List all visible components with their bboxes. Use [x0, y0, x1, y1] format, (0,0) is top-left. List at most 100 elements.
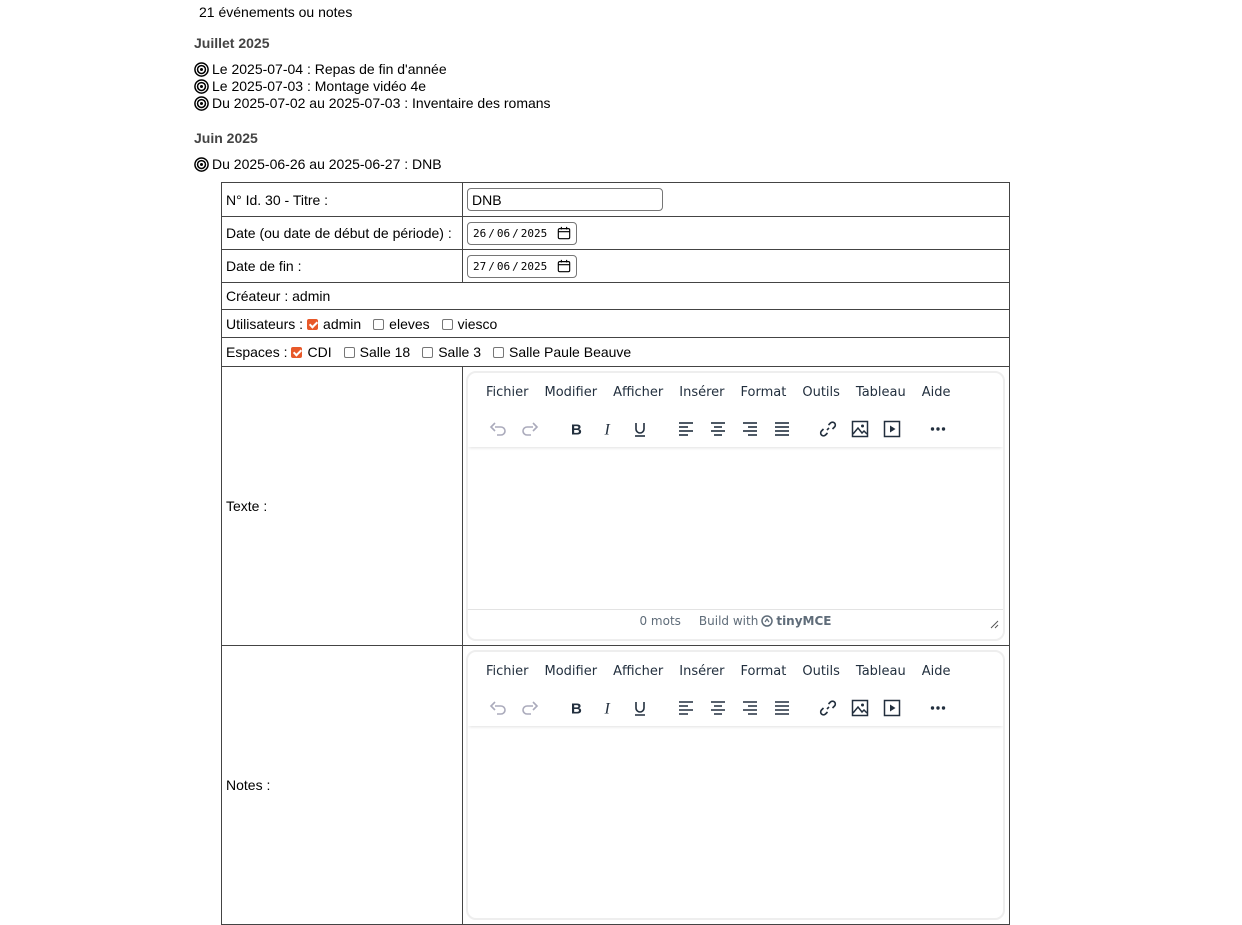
space-checkbox-salle-3[interactable]	[422, 347, 434, 358]
menu-aide[interactable]: Aide	[914, 664, 959, 679]
space-checkbox-salle-paule-beauve[interactable]	[493, 347, 505, 358]
bold-icon[interactable]: B	[560, 413, 592, 445]
notes-editor[interactable]: Fichier Modifier Afficher Insérer Format…	[466, 650, 1005, 920]
menu-modifier[interactable]: Modifier	[537, 664, 606, 679]
more-icon[interactable]	[922, 413, 954, 445]
align-justify-icon[interactable]	[766, 692, 798, 724]
link-icon[interactable]	[812, 413, 844, 445]
bold-icon[interactable]: B	[560, 692, 592, 724]
event-label: Le 2025-07-04 : Repas de fin d'année	[212, 61, 447, 77]
spaces-row: Espaces : CDI Salle 18 Salle 3 Salle Paule B…	[221, 337, 1010, 367]
user-checkbox-eleves[interactable]	[373, 318, 385, 330]
align-right-icon[interactable]	[734, 413, 766, 445]
image-icon[interactable]	[844, 413, 876, 445]
resize-handle-icon[interactable]	[990, 620, 999, 629]
italic-icon[interactable]: I	[592, 692, 624, 724]
end-day: 27	[473, 259, 487, 273]
build-with-text: Build with	[698, 614, 759, 628]
menu-tableau[interactable]: Tableau	[848, 664, 914, 679]
user-label-admin: admin	[323, 315, 362, 332]
menu-aide[interactable]: Aide	[914, 385, 959, 400]
align-left-icon[interactable]	[670, 692, 702, 724]
align-left-icon[interactable]	[670, 413, 702, 445]
align-justify-icon[interactable]	[766, 413, 798, 445]
users-row: Utilisateurs : admin eleves viesco	[221, 309, 1010, 338]
svg-text:I: I	[604, 422, 611, 439]
event-item[interactable]: Le 2025-07-04 : Repas de fin d'année	[194, 61, 447, 78]
target-icon	[194, 79, 209, 94]
tinymce-branding[interactable]: Build with tinyMCE	[699, 614, 832, 628]
user-checkbox-admin[interactable]	[307, 318, 319, 330]
align-center-icon[interactable]	[702, 692, 734, 724]
start-date-input[interactable]: 26/06/2025	[467, 221, 577, 245]
word-count[interactable]: 0 mots	[639, 614, 680, 628]
event-item[interactable]: Le 2025-07-03 : Montage vidéo 4e	[194, 78, 426, 95]
menu-fichier[interactable]: Fichier	[478, 664, 537, 679]
spaces-label: Espaces :	[226, 344, 288, 360]
italic-icon[interactable]: I	[592, 413, 624, 445]
user-checkbox-viesco[interactable]	[441, 318, 453, 330]
start-day: 26	[473, 226, 487, 240]
space-checkbox-salle-18[interactable]	[343, 347, 355, 358]
svg-text:I: I	[604, 701, 611, 718]
creator-text: Créateur : admin	[221, 282, 1010, 310]
media-icon[interactable]	[876, 692, 908, 724]
tinymce-brand: tinyMCE	[776, 614, 832, 628]
link-icon[interactable]	[812, 692, 844, 724]
text-editor[interactable]: Fichier Modifier Afficher Insérer Format…	[466, 371, 1005, 641]
calendar-icon[interactable]	[557, 259, 571, 273]
title-input[interactable]	[467, 188, 663, 211]
menu-outils[interactable]: Outils	[794, 385, 848, 400]
user-label-eleves: eleves	[389, 315, 430, 332]
users-label: Utilisateurs :	[226, 315, 304, 332]
space-label-salle-3: Salle 3	[438, 344, 482, 360]
undo-icon[interactable]	[482, 692, 514, 724]
image-icon[interactable]	[844, 692, 876, 724]
undo-icon[interactable]	[482, 413, 514, 445]
end-year: 2025	[520, 259, 548, 273]
editor-toolbar: B I	[468, 411, 1003, 447]
user-label-viesco: viesco	[457, 315, 498, 332]
more-icon[interactable]	[922, 692, 954, 724]
end-date-input[interactable]: 27/06/2025	[467, 254, 577, 278]
menu-fichier[interactable]: Fichier	[478, 385, 537, 400]
editor-content-area[interactable]	[468, 447, 1003, 609]
text-label: Texte :	[221, 366, 463, 646]
event-count: 21 événements ou notes	[199, 4, 353, 20]
menu-outils[interactable]: Outils	[794, 664, 848, 679]
menu-format[interactable]: Format	[733, 664, 795, 679]
event-item[interactable]: Du 2025-06-26 au 2025-06-27 : DNB	[194, 156, 442, 173]
end-month: 06	[496, 259, 511, 273]
menu-format[interactable]: Format	[733, 385, 795, 400]
editor-statusbar: 0 mots Build with tinyMCE	[468, 609, 1003, 632]
space-label-salle-18: Salle 18	[359, 344, 411, 360]
menu-afficher[interactable]: Afficher	[605, 664, 671, 679]
align-right-icon[interactable]	[734, 692, 766, 724]
menu-tableau[interactable]: Tableau	[848, 385, 914, 400]
start-year: 2025	[520, 226, 548, 240]
editor-content-area[interactable]	[468, 726, 1003, 888]
redo-icon[interactable]	[514, 413, 546, 445]
target-icon	[194, 157, 209, 172]
calendar-icon[interactable]	[557, 226, 571, 240]
menu-modifier[interactable]: Modifier	[537, 385, 606, 400]
svg-text:B: B	[571, 701, 582, 718]
menu-afficher[interactable]: Afficher	[605, 385, 671, 400]
media-icon[interactable]	[876, 413, 908, 445]
start-date-label: Date (ou date de début de période) :	[221, 216, 463, 250]
event-label: Le 2025-07-03 : Montage vidéo 4e	[212, 78, 427, 94]
target-icon	[194, 62, 209, 77]
menu-inserer[interactable]: Insérer	[671, 664, 732, 679]
target-icon	[194, 96, 209, 111]
align-center-icon[interactable]	[702, 413, 734, 445]
redo-icon[interactable]	[514, 692, 546, 724]
event-label: Du 2025-07-02 au 2025-07-03 : Inventaire…	[212, 95, 551, 111]
space-label-salle-paule-beauve: Salle Paule Beauve	[509, 344, 632, 360]
space-checkbox-cdi[interactable]	[291, 347, 303, 358]
month-heading: Juillet 2025	[194, 35, 270, 51]
underline-icon[interactable]	[624, 692, 656, 724]
menu-inserer[interactable]: Insérer	[671, 385, 732, 400]
underline-icon[interactable]	[624, 413, 656, 445]
space-label-cdi: CDI	[307, 344, 332, 360]
event-item[interactable]: Du 2025-07-02 au 2025-07-03 : Inventaire…	[194, 95, 551, 112]
